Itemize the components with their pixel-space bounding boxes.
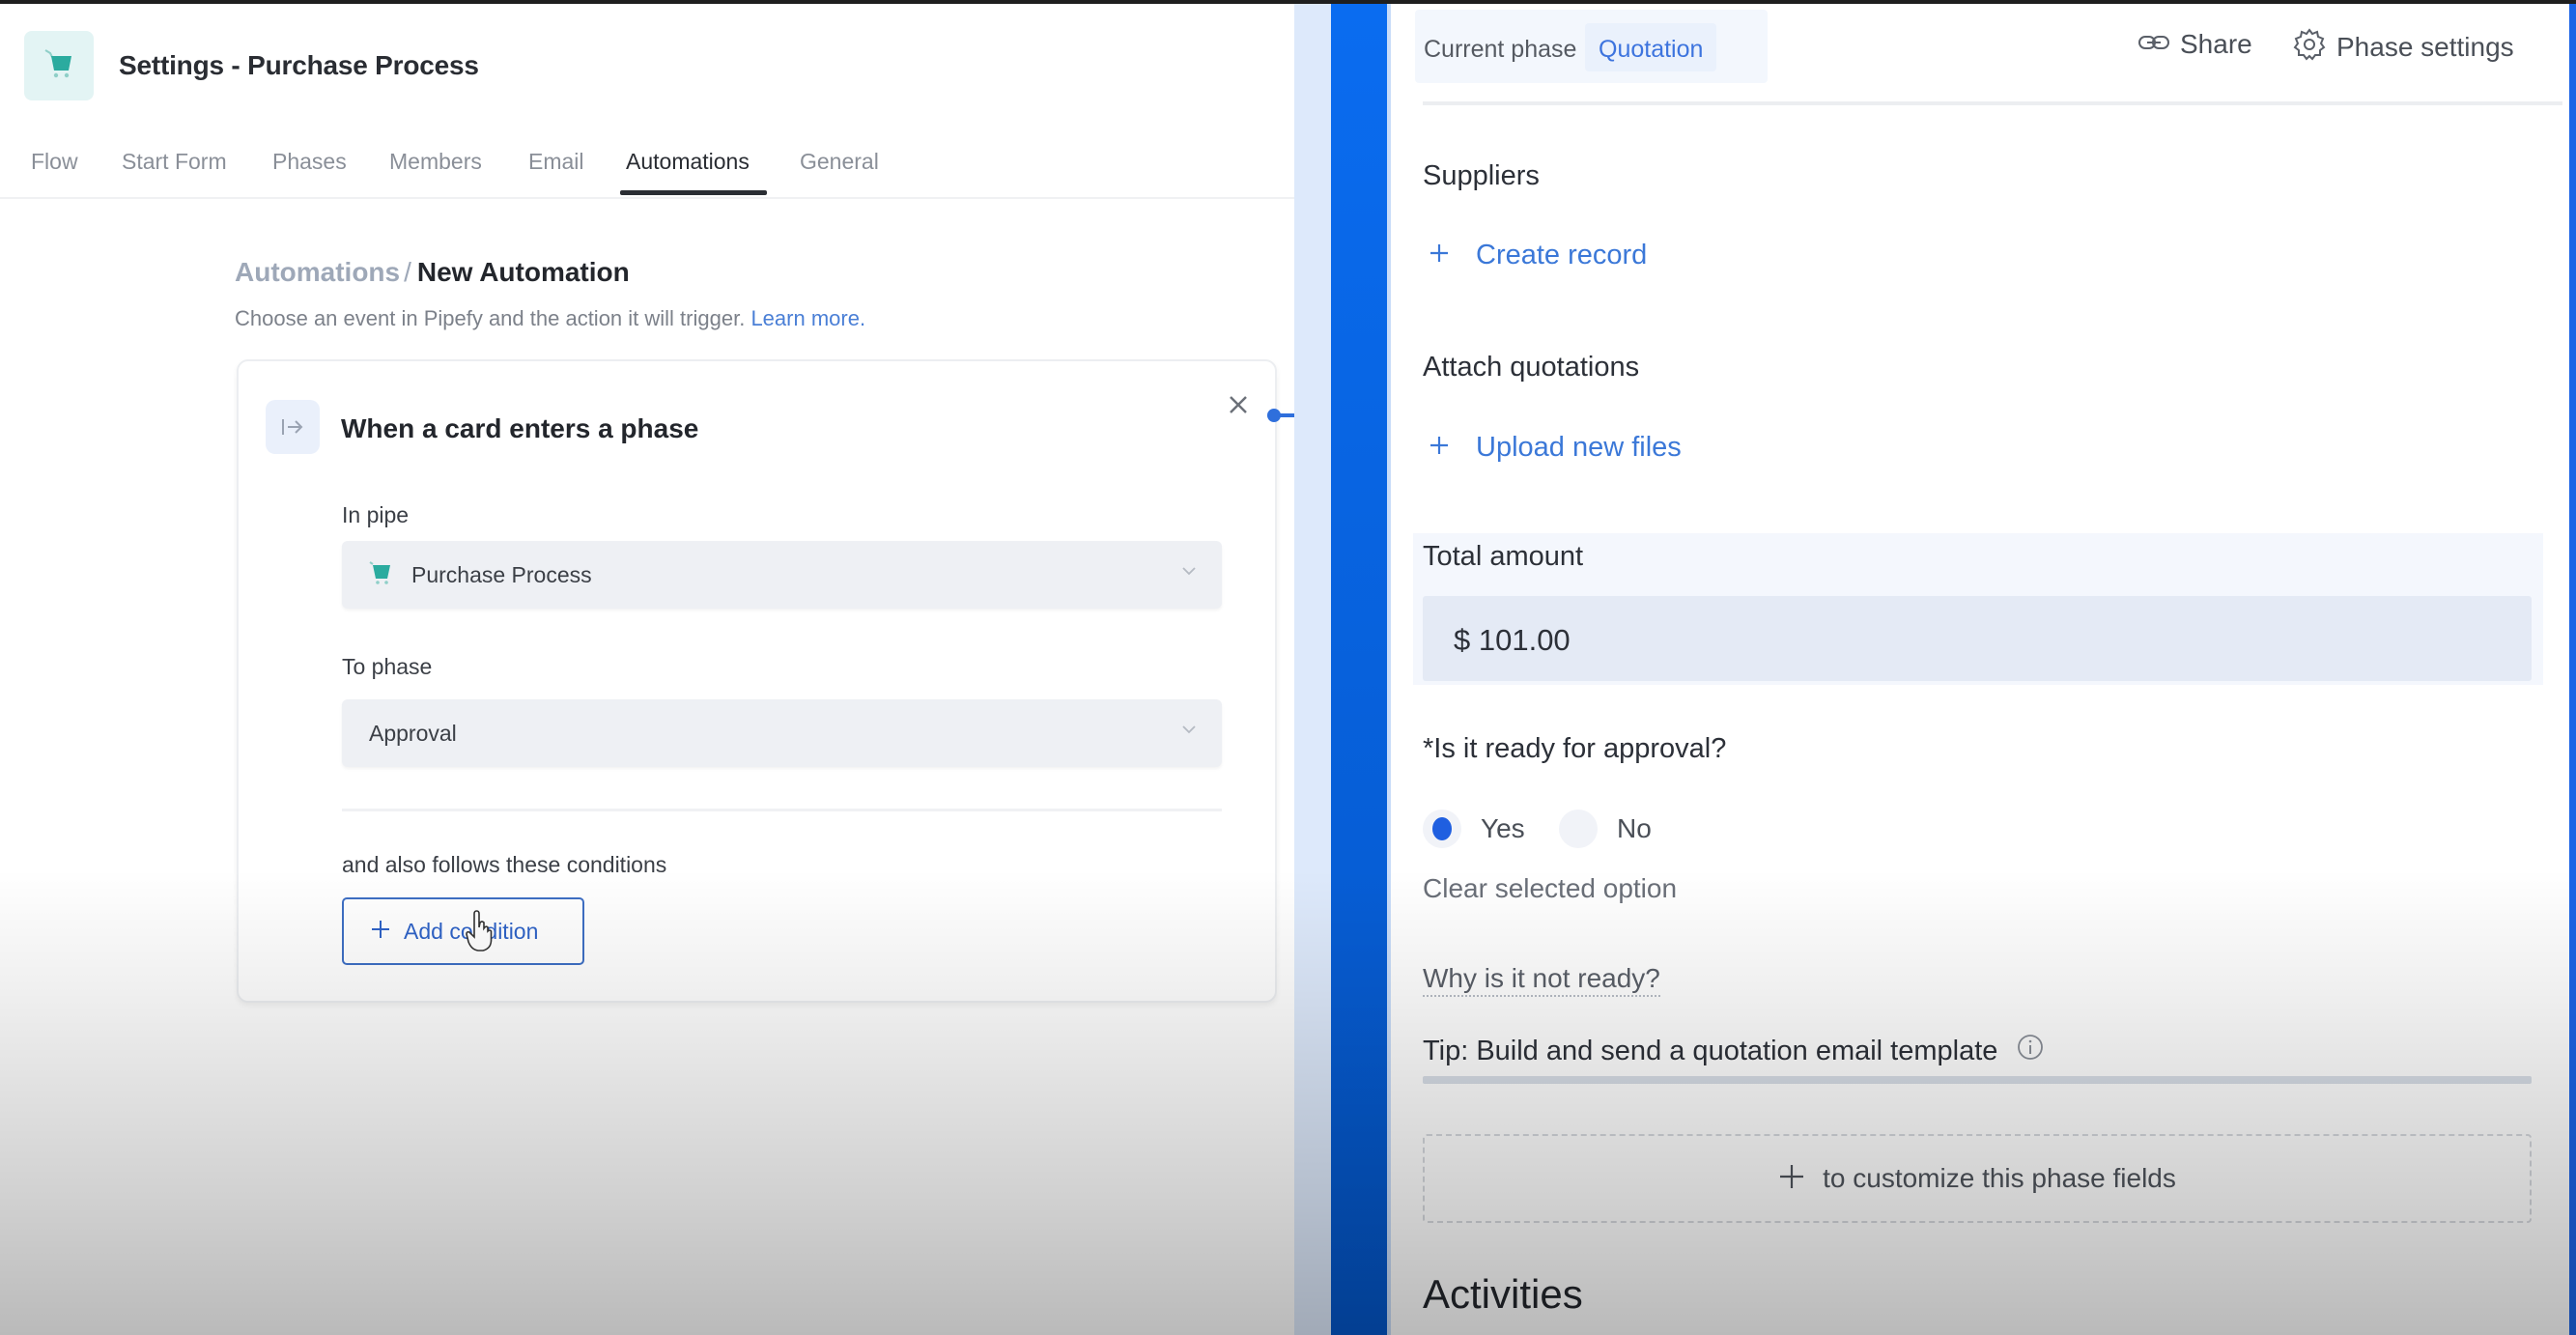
phase-settings-button[interactable]: Phase settings bbox=[2292, 27, 2514, 67]
link-icon bbox=[2137, 33, 2170, 57]
breadcrumb: Automations / New Automation bbox=[235, 257, 630, 288]
radio-no-label: No bbox=[1617, 813, 1652, 843]
tab-start-form[interactable]: Start Form bbox=[122, 149, 227, 175]
attach-quotations-label: Attach quotations bbox=[1423, 352, 1640, 383]
settings-tabs: Flow Start Form Phases Members Email Aut… bbox=[0, 139, 1294, 199]
breadcrumb-automations-link[interactable]: Automations bbox=[235, 257, 400, 287]
to-phase-select[interactable]: Approval bbox=[342, 699, 1222, 767]
why-not-ready-label: Why is it not ready? bbox=[1423, 963, 1660, 997]
radio-unselected-icon bbox=[1559, 810, 1598, 848]
page-title: Settings - Purchase Process bbox=[119, 50, 479, 80]
add-condition-button[interactable]: Add condition bbox=[342, 897, 584, 965]
plus-icon bbox=[371, 920, 390, 944]
current-phase-value[interactable]: Quotation bbox=[1585, 23, 1717, 71]
plus-icon bbox=[1430, 436, 1449, 460]
create-record-button[interactable]: Create record bbox=[1430, 240, 1647, 271]
suppliers-label: Suppliers bbox=[1423, 160, 1540, 191]
info-icon[interactable] bbox=[2017, 1034, 2044, 1068]
breadcrumb-current: New Automation bbox=[416, 257, 630, 287]
tab-automations[interactable]: Automations bbox=[626, 149, 750, 175]
enter-arrow-icon bbox=[266, 400, 320, 454]
customize-phase-fields-button[interactable]: to customize this phase fields bbox=[1423, 1134, 2532, 1223]
share-button[interactable]: Share bbox=[2137, 29, 2252, 60]
phase-settings-label: Phase settings bbox=[2336, 31, 2514, 62]
radio-selected-icon bbox=[1423, 810, 1461, 848]
plus-icon bbox=[1430, 243, 1449, 268]
header-divider bbox=[1423, 101, 2562, 105]
upload-files-label: Upload new files bbox=[1476, 432, 1682, 463]
conditions-label: and also follows these conditions bbox=[342, 852, 667, 877]
tab-phases[interactable]: Phases bbox=[272, 149, 347, 175]
tab-members[interactable]: Members bbox=[389, 149, 482, 175]
breadcrumb-separator: / bbox=[404, 257, 411, 287]
total-amount-input[interactable]: $ 101.00 bbox=[1423, 596, 2532, 681]
settings-panel: Settings - Purchase Process Flow Start F… bbox=[0, 4, 1294, 1335]
current-phase-label: Current phase bbox=[1424, 36, 1577, 63]
description-text: Choose an event in Pipefy and the action… bbox=[235, 306, 746, 330]
current-phase-chip: Current phase Quotation bbox=[1415, 10, 1768, 83]
tab-email[interactable]: Email bbox=[528, 149, 584, 175]
tip-label: Tip: Build and send a quotation email te… bbox=[1423, 1035, 1998, 1066]
gear-icon bbox=[2292, 27, 2327, 67]
pipe-logo bbox=[24, 31, 94, 100]
activities-heading: Activities bbox=[1423, 1271, 1583, 1317]
plus-icon bbox=[1778, 1163, 1805, 1195]
scrollbar-edge bbox=[2569, 4, 2576, 1335]
chevron-down-icon bbox=[1181, 564, 1197, 582]
radio-no[interactable]: No bbox=[1559, 810, 1652, 848]
close-icon[interactable] bbox=[1224, 390, 1253, 419]
in-pipe-value: Purchase Process bbox=[411, 561, 592, 587]
in-pipe-label: In pipe bbox=[342, 502, 410, 527]
learn-more-link[interactable]: Learn more. bbox=[750, 306, 865, 330]
panel-divider-accent bbox=[1331, 4, 1387, 1335]
upload-files-button[interactable]: Upload new files bbox=[1430, 432, 1682, 464]
card-phase-panel: Current phase Quotation Share Phase sett… bbox=[1391, 4, 2569, 1335]
hand-cursor-icon bbox=[466, 910, 493, 957]
page-description: Choose an event in Pipefy and the action… bbox=[235, 306, 865, 331]
create-record-label: Create record bbox=[1476, 240, 1648, 270]
customize-label: to customize this phase fields bbox=[1823, 1163, 2176, 1193]
to-phase-label: To phase bbox=[342, 654, 433, 679]
tip-field-underline bbox=[1423, 1076, 2532, 1084]
cart-icon bbox=[369, 560, 392, 590]
total-amount-label: Total amount bbox=[1423, 541, 1584, 572]
approval-question-label: *Is it ready for approval? bbox=[1423, 733, 1727, 764]
active-tab-indicator bbox=[620, 190, 767, 195]
trigger-card: When a card enters a phase In pipe Purch… bbox=[237, 359, 1277, 1003]
radio-yes-label: Yes bbox=[1481, 813, 1525, 843]
cart-icon bbox=[42, 47, 75, 85]
radio-yes[interactable]: Yes bbox=[1423, 810, 1525, 848]
tab-general[interactable]: General bbox=[800, 149, 879, 175]
panel-divider-light bbox=[1294, 4, 1331, 1335]
to-phase-value: Approval bbox=[369, 720, 457, 746]
clear-selected-option-link[interactable]: Clear selected option bbox=[1423, 873, 1677, 904]
in-pipe-select[interactable]: Purchase Process bbox=[342, 541, 1222, 609]
tip-field: Tip: Build and send a quotation email te… bbox=[1423, 1034, 2044, 1068]
connector-line bbox=[1275, 413, 1294, 417]
share-label: Share bbox=[2180, 29, 2252, 59]
card-divider bbox=[342, 809, 1222, 811]
trigger-title: When a card enters a phase bbox=[341, 413, 699, 443]
tab-flow[interactable]: Flow bbox=[31, 149, 78, 175]
chevron-down-icon bbox=[1181, 723, 1197, 740]
